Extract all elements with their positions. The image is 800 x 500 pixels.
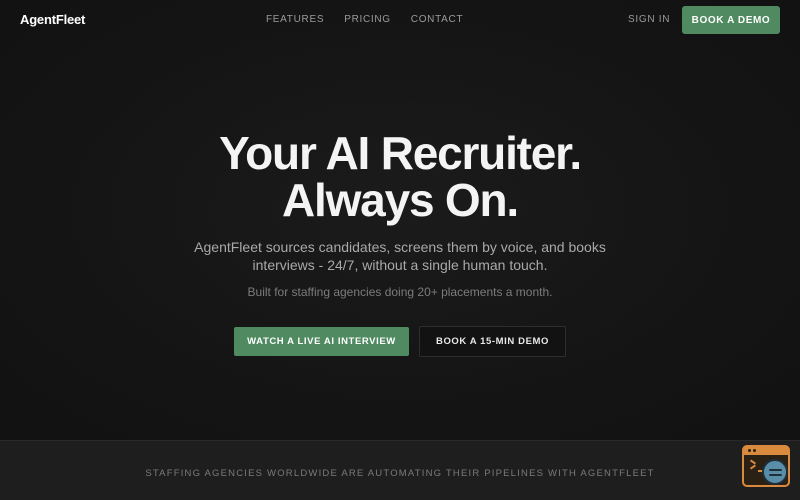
magnifier-line <box>769 469 782 471</box>
landing-page: AgentFleet FEATURES PRICING CONTACT SIGN… <box>0 0 800 500</box>
widget-dot <box>753 449 756 452</box>
magnifier-line <box>769 474 782 476</box>
magnifier-icon[interactable] <box>762 459 788 485</box>
nav-links: FEATURES PRICING CONTACT <box>266 14 483 25</box>
sign-in-link[interactable]: SIGN IN <box>628 14 670 25</box>
nav-link-features[interactable]: FEATURES <box>266 14 324 25</box>
hero-subtitle: AgentFleet sources candidates, screens t… <box>194 239 606 273</box>
widget-chevron <box>749 459 757 465</box>
hero-title-line-1: Your AI Recruiter. <box>219 127 582 179</box>
nav-link-contact[interactable]: CONTACT <box>411 14 464 25</box>
top-nav: AgentFleet FEATURES PRICING CONTACT SIGN… <box>0 0 800 40</box>
hero-title-line-2: Always On. <box>282 174 519 226</box>
widget-titlebar <box>744 447 788 455</box>
social-proof-band: STAFFING AGENCIES WORLDWIDE ARE AUTOMATI… <box>0 440 800 500</box>
social-proof-text: STAFFING AGENCIES WORLDWIDE ARE AUTOMATI… <box>145 468 655 479</box>
widget-dot <box>748 449 751 452</box>
hero-note: Built for staffing agencies doing 20+ pl… <box>247 285 553 299</box>
watch-live-interview-button[interactable]: WATCH A LIVE AI INTERVIEW <box>234 327 409 356</box>
book-demo-button[interactable]: BOOK A DEMO <box>682 6 780 34</box>
hero-title: Your AI Recruiter. Always On. <box>0 130 800 224</box>
widget-chevron <box>749 464 757 470</box>
book-15-min-demo-button[interactable]: BOOK A 15-MIN DEMO <box>419 326 566 357</box>
logo[interactable]: AgentFleet <box>20 12 85 27</box>
nav-link-pricing[interactable]: PRICING <box>344 14 391 25</box>
